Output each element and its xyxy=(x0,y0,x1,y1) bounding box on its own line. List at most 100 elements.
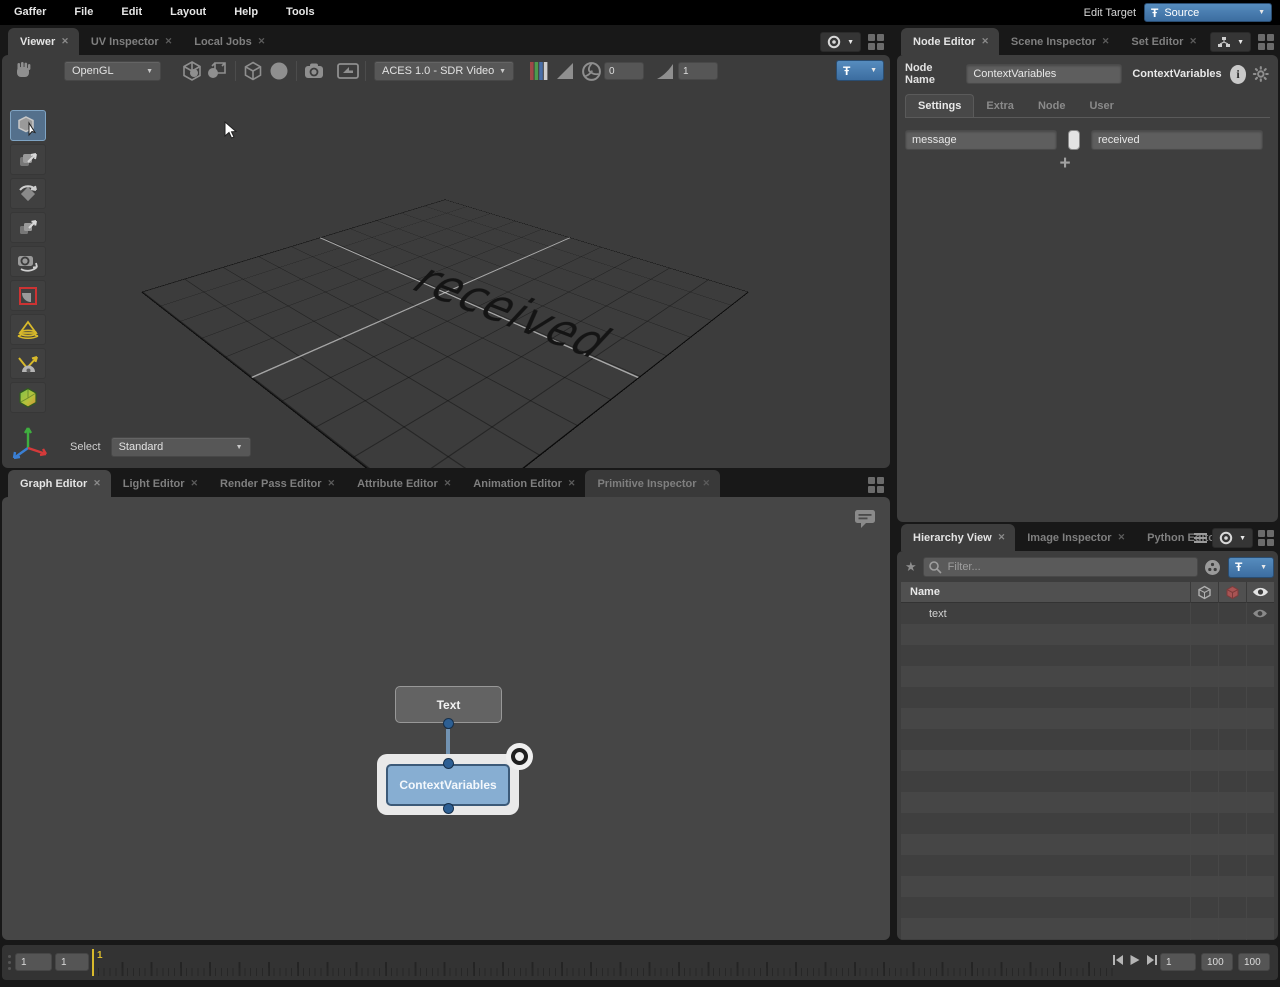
close-icon[interactable]: ✕ xyxy=(981,36,989,47)
play-icon[interactable] xyxy=(1129,954,1141,966)
edit-target-select[interactable]: Ŧ Source ▼ xyxy=(1144,3,1272,22)
gear-icon[interactable] xyxy=(1252,64,1270,84)
tab-graph-editor[interactable]: Graph Editor✕ xyxy=(8,470,111,497)
menu-gaffer[interactable]: Gaffer xyxy=(0,0,60,25)
camera-icon[interactable] xyxy=(301,59,327,83)
frame-end-field[interactable] xyxy=(1238,953,1270,971)
tab-animation-editor[interactable]: Animation Editor✕ xyxy=(461,470,585,497)
display-transform-dropdown[interactable]: ACES 1.0 - SDR Video▼ xyxy=(374,61,514,81)
light-tool-button[interactable] xyxy=(10,314,46,345)
close-icon[interactable]: ✕ xyxy=(1189,36,1197,47)
close-icon[interactable]: ✕ xyxy=(328,478,336,489)
tab-set-editor[interactable]: Set Editor✕ xyxy=(1119,28,1207,55)
column-name-header[interactable]: Name xyxy=(901,586,1190,598)
close-icon[interactable]: ✕ xyxy=(258,36,266,47)
scale-tool-button[interactable] xyxy=(10,212,46,243)
wireframe-cube-icon[interactable] xyxy=(240,59,266,83)
menu-file[interactable]: File xyxy=(60,0,107,25)
set-filter-icon[interactable] xyxy=(1204,559,1221,576)
tab-viewer[interactable]: Viewer✕ xyxy=(8,28,79,55)
menu-edit[interactable]: Edit xyxy=(107,0,156,25)
viewer-pin-button[interactable]: Ŧ ▼ xyxy=(836,60,884,81)
info-icon[interactable]: i xyxy=(1230,65,1247,84)
variable-name-input[interactable] xyxy=(905,130,1057,150)
node-editor-follow-button[interactable]: ▼ xyxy=(1210,32,1251,52)
drawing-mode-icon[interactable] xyxy=(179,59,205,83)
close-icon[interactable]: ✕ xyxy=(998,532,1006,543)
expansion-mode-icon[interactable] xyxy=(205,59,231,83)
tab-attribute-editor[interactable]: Attribute Editor✕ xyxy=(345,470,461,497)
select-tool-button[interactable] xyxy=(10,110,46,141)
playback-end-field[interactable] xyxy=(1201,953,1233,971)
column-expansion-icon[interactable] xyxy=(1190,582,1218,603)
layout-menu-icon[interactable] xyxy=(868,477,884,493)
graph-node-contextvariables[interactable]: ContextVariables xyxy=(386,764,510,806)
tab-image-inspector[interactable]: Image Inspector✕ xyxy=(1015,524,1135,551)
variable-value-input[interactable] xyxy=(1091,130,1263,150)
exposure-icon[interactable] xyxy=(552,59,578,83)
current-frame-field[interactable] xyxy=(1160,953,1196,971)
timeline-drag-handle[interactable] xyxy=(8,955,11,970)
tab-render-pass-editor[interactable]: Render Pass Editor✕ xyxy=(208,470,345,497)
hierarchy-row-text[interactable]: text xyxy=(901,603,1274,624)
menu-tools[interactable]: Tools xyxy=(272,0,329,25)
exposure-field[interactable] xyxy=(604,62,644,80)
channels-rgba-icon[interactable] xyxy=(526,59,552,83)
crop-window-tool-button[interactable] xyxy=(10,280,46,311)
gamma-field[interactable] xyxy=(678,62,718,80)
select-mode-dropdown[interactable]: Standard▼ xyxy=(111,437,251,457)
tab-node-editor[interactable]: Node Editor✕ xyxy=(901,28,999,55)
rotate-tool-button[interactable] xyxy=(10,178,46,209)
menu-help[interactable]: Help xyxy=(220,0,272,25)
hierarchy-follow-focus-button[interactable]: ▼ xyxy=(1212,528,1253,548)
tab-scene-inspector[interactable]: Scene Inspector✕ xyxy=(999,28,1120,55)
node-text-output-connector[interactable] xyxy=(443,718,454,729)
playback-start-field[interactable] xyxy=(55,953,89,971)
aperture-icon[interactable] xyxy=(578,59,604,83)
tab-local-jobs[interactable]: Local Jobs✕ xyxy=(182,28,275,55)
close-icon[interactable]: ✕ xyxy=(568,478,576,489)
layout-menu-icon[interactable] xyxy=(1258,530,1274,546)
tab-primitive-inspector[interactable]: Primitive Inspector✕ xyxy=(585,470,720,497)
tab-hierarchy-view[interactable]: Hierarchy View✕ xyxy=(901,524,1015,551)
graph-canvas[interactable]: Text ContextVariables xyxy=(2,497,890,940)
focus-ring-indicator[interactable] xyxy=(506,743,533,770)
column-selection-icon[interactable] xyxy=(1218,582,1246,603)
layout-menu-icon[interactable] xyxy=(1258,34,1274,50)
close-icon[interactable]: ✕ xyxy=(93,478,101,489)
tab-uv-inspector[interactable]: UV Inspector✕ xyxy=(79,28,182,55)
column-visibility-icon[interactable] xyxy=(1246,582,1274,603)
variable-enabled-toggle[interactable] xyxy=(1068,130,1080,150)
tab-overflow-menu-icon[interactable] xyxy=(1194,532,1207,544)
subtab-extra[interactable]: Extra xyxy=(974,94,1026,117)
close-icon[interactable]: ✕ xyxy=(444,478,452,489)
subtab-user[interactable]: User xyxy=(1077,94,1125,117)
annotation-icon[interactable] xyxy=(852,507,878,531)
subtab-node[interactable]: Node xyxy=(1026,94,1078,117)
close-icon[interactable]: ✕ xyxy=(1102,36,1110,47)
hierarchy-pin-button[interactable]: Ŧ ▼ xyxy=(1228,557,1274,578)
timeline-ruler[interactable]: 1 xyxy=(92,949,1116,976)
viewport-3d[interactable]: received Select Standard▼ xyxy=(2,87,890,468)
viewer-follow-focus-button[interactable]: ▼ xyxy=(820,32,861,52)
close-icon[interactable]: ✕ xyxy=(61,36,69,47)
add-variable-button[interactable]: + xyxy=(1057,157,1073,173)
shaded-sphere-icon[interactable] xyxy=(266,59,292,83)
visualiser-tool-button[interactable] xyxy=(10,382,46,413)
close-icon[interactable]: ✕ xyxy=(703,478,711,489)
current-frame-marker[interactable]: 1 xyxy=(92,949,94,976)
bookmarks-star-icon[interactable]: ★ xyxy=(905,559,917,575)
node-cv-input-connector[interactable] xyxy=(443,758,454,769)
node-name-input[interactable] xyxy=(966,64,1122,84)
light-position-tool-button[interactable] xyxy=(10,348,46,379)
layout-menu-icon[interactable] xyxy=(868,34,884,50)
close-icon[interactable]: ✕ xyxy=(191,478,199,489)
translate-tool-button[interactable] xyxy=(10,144,46,175)
gamma-icon[interactable] xyxy=(652,59,678,83)
close-icon[interactable]: ✕ xyxy=(1118,532,1126,543)
row-visibility-eye-icon[interactable] xyxy=(1246,603,1274,624)
tab-light-editor[interactable]: Light Editor✕ xyxy=(111,470,208,497)
skip-to-end-icon[interactable] xyxy=(1146,954,1158,966)
close-icon[interactable]: ✕ xyxy=(165,36,173,47)
node-cv-output-connector[interactable] xyxy=(443,803,454,814)
